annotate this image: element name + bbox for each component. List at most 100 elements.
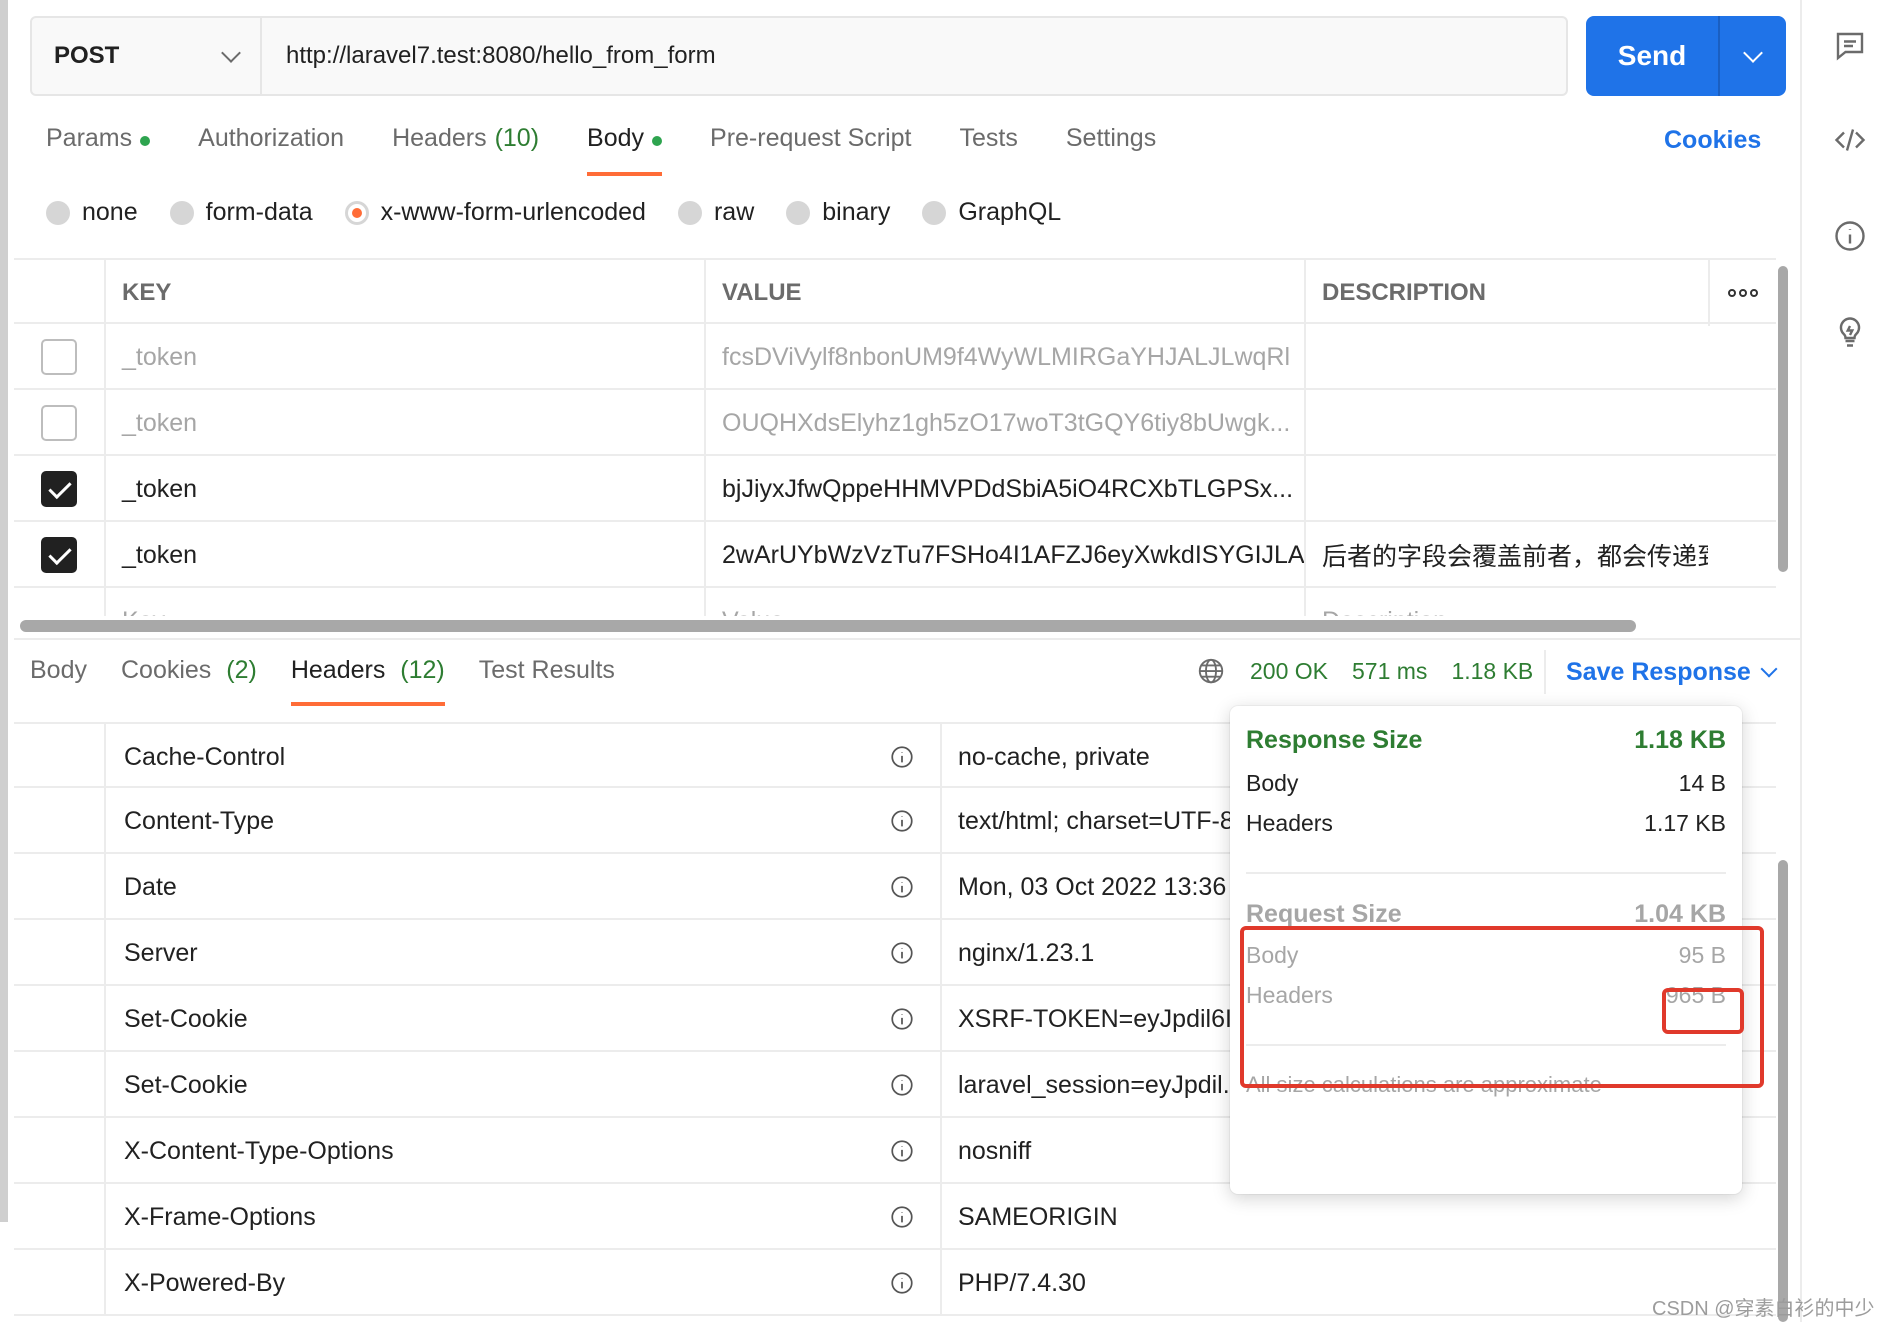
tab-pre-request-script[interactable]: Pre-request Script [710,124,911,176]
tab-response-cookies[interactable]: Cookies (2) [121,656,257,706]
header-info-button[interactable] [880,854,924,920]
header-info-button[interactable] [880,788,924,854]
radio-graphql-label: GraphQL [958,198,1062,226]
param-description[interactable] [1304,390,1708,456]
header-info-button[interactable] [880,1184,924,1250]
response-time[interactable]: 571 ms [1352,658,1427,685]
popover-divider [1246,872,1726,874]
lightbulb-icon[interactable] [1832,314,1868,350]
param-value[interactable]: 2wArUYbWzVzTu7FSHo4I1AFZJ6eyXwkdISYGIJLA [704,522,1304,588]
tab-test-results[interactable]: Test Results [479,656,615,706]
comment-icon[interactable] [1832,28,1868,64]
url-input[interactable]: http://laravel7.test:8080/hello_from_for… [262,18,1566,94]
param-key[interactable]: _token [104,324,704,390]
info-icon[interactable] [1832,218,1868,254]
send-options-button[interactable] [1720,16,1786,96]
param-description[interactable] [1304,456,1708,522]
param-value[interactable]: OUQHXdsElyhz1gh5zO17woT3tGQY6tiy8bUwgk..… [704,390,1304,456]
row-checkbox-checked[interactable] [41,471,77,507]
globe-icon[interactable] [1196,656,1226,686]
header-info-button[interactable] [880,1052,924,1118]
table-row: _token OUQHXdsElyhz1gh5zO17woT3tGQY6tiy8… [14,390,1776,456]
pane-divider[interactable] [14,638,1800,640]
row-gutter [14,724,104,790]
tab-response-headers[interactable]: Headers (12) [290,656,445,706]
body-type-radios: none form-data x-www-form-urlencoded raw… [46,198,1093,227]
radio-graphql[interactable]: GraphQL [922,198,1061,227]
tab-authorization[interactable]: Authorization [198,124,344,176]
tab-tests[interactable]: Tests [960,124,1018,176]
row-gutter [14,1184,104,1250]
tab-settings-label: Settings [1065,124,1157,152]
row-checkbox-cell [14,456,104,522]
row-gutter [14,1118,104,1184]
header-info-button[interactable] [880,724,924,790]
column-header-key: KEY [104,260,704,326]
table-header-row: KEY VALUE DESCRIPTION [14,258,1776,326]
param-value[interactable]: bjJiyxJfwQppeHHMVPDdSbiA5iO4RCXbTLGPSx..… [704,456,1304,522]
param-description[interactable]: 后者的字段会覆盖前者，都会传递到后端， [1304,522,1708,588]
row-checkbox[interactable] [41,339,77,375]
tab-body[interactable]: Body [587,124,663,176]
radio-form-data-label: form-data [205,198,313,226]
param-value[interactable]: fcsDViVylf8nbonUM9f4WyWLMIRGaYHJALJLwqRl [704,324,1304,390]
response-body-size-row: Body 14 B [1246,770,1726,797]
response-vertical-scrollbar[interactable] [1778,860,1788,1322]
radio-raw-label: raw [713,198,755,226]
row-checkbox-cell [14,588,104,616]
tab-response-cookies-label: Cookies [120,656,212,684]
new-value-input[interactable]: Value [704,588,1304,616]
radio-circle-selected [344,200,369,225]
radio-binary[interactable]: binary [786,198,890,227]
save-response-button[interactable]: Save Response [1544,650,1778,694]
header-key: Set-Cookie [104,986,954,1052]
params-vertical-scrollbar[interactable] [1778,266,1788,572]
header-info-button[interactable] [880,986,924,1052]
header-key: X-Frame-Options [104,1184,954,1250]
status-code[interactable]: 200 OK [1250,658,1328,685]
radio-urlencoded[interactable]: x-www-form-urlencoded [344,198,646,227]
horizontal-scrollbar[interactable] [20,620,1636,632]
row-gutter [14,788,104,854]
radio-form-data[interactable]: form-data [169,198,313,227]
info-icon [891,1140,913,1162]
param-description[interactable] [1304,324,1708,390]
send-button-group: Send [1586,16,1786,96]
header-info-button[interactable] [880,1118,924,1184]
header-key: Set-Cookie [104,1052,954,1118]
code-icon[interactable] [1832,122,1868,158]
column-options-button[interactable] [1708,260,1776,326]
watermark: CSDN @穿素白衫的中少年 [1652,1298,1875,1320]
response-headers-label: Headers [1246,810,1333,836]
body-active-dot [652,136,663,146]
column-header-value: VALUE [704,260,1304,326]
info-icon [891,746,913,768]
header-info-button[interactable] [880,920,924,986]
info-icon [891,810,913,832]
chevron-down-icon [1760,660,1778,678]
param-key[interactable]: _token [104,390,704,456]
tab-params[interactable]: Params [46,124,151,176]
param-key[interactable]: _token [104,456,704,522]
response-body-label: Body [1246,770,1299,796]
radio-raw[interactable]: raw [677,198,755,227]
row-checkbox[interactable] [41,405,77,441]
row-gutter [14,986,104,1052]
info-icon [891,1008,913,1030]
tab-headers[interactable]: Headers (10) [392,124,539,176]
header-info-button[interactable] [880,1250,924,1316]
cookies-link[interactable]: Cookies [1664,126,1761,155]
row-checkbox-checked[interactable] [41,537,77,573]
tab-response-body[interactable]: Body [30,656,87,706]
new-description-input[interactable]: Description [1304,588,1708,616]
method-select[interactable]: POST [32,18,262,94]
response-size[interactable]: 1.18 KB [1451,658,1533,685]
tab-settings[interactable]: Settings [1066,124,1156,176]
new-key-input[interactable]: Key [104,588,704,616]
param-key[interactable]: _token [104,522,704,588]
row-checkbox-cell [14,324,104,390]
radio-none[interactable]: none [46,198,138,227]
info-icon [891,1206,913,1228]
row-checkbox-cell [14,390,104,456]
send-button[interactable]: Send [1586,16,1720,96]
